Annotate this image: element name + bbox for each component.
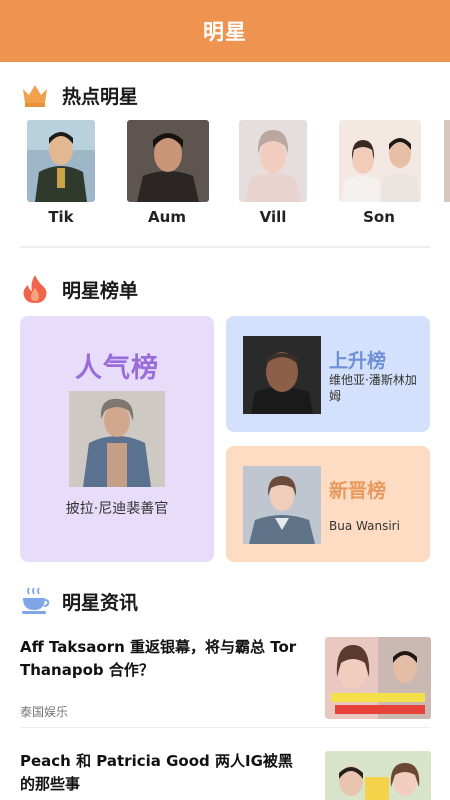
coffee-cup-icon <box>20 586 50 616</box>
rising-ranking-card[interactable]: 上升榜 维他亚·潘斯林加姆 <box>226 316 430 432</box>
star-name: Vill <box>259 208 287 226</box>
popular-ranking-title: 人气榜 <box>75 353 159 384</box>
news-separator <box>20 727 430 728</box>
news-item[interactable]: Aff Taksaorn 重返银幕，将与霸总 Tor Thanapob 合作？ … <box>20 636 431 728</box>
star-card-son[interactable]: Son <box>339 120 421 226</box>
hot-stars-title: 热点明星 <box>62 85 139 108</box>
section-divider <box>20 246 430 248</box>
flame-icon <box>20 274 50 304</box>
news-item-title: Peach 和 Patricia Good 两人IG被黑的那些事 <box>20 752 293 793</box>
rising-star-photo <box>243 336 321 414</box>
star-photo <box>27 120 95 202</box>
star-photo <box>339 120 421 202</box>
star-card-peek[interactable] <box>444 120 450 202</box>
top-bar: 明星 <box>0 0 450 62</box>
new-star-photo <box>243 466 321 544</box>
star-photo <box>127 120 209 202</box>
news-item[interactable]: Peach 和 Patricia Good 两人IG被黑的那些事 <box>20 750 431 800</box>
popular-ranking-card[interactable]: 人气榜 披拉·尼迪裴善官 <box>20 316 214 562</box>
page-title: 明星 <box>203 20 247 44</box>
star-photo <box>239 120 307 202</box>
new-ranking-card[interactable]: 新晋榜 Bua Wansiri <box>226 446 430 562</box>
hot-stars-header: 热点明星 <box>20 80 138 110</box>
star-card-vill[interactable]: Vill <box>233 120 313 226</box>
news-header: 明星资讯 <box>20 586 138 616</box>
crown-icon <box>20 80 50 110</box>
popular-star-photo <box>69 391 165 487</box>
rising-star-name: 维他亚·潘斯林加姆 <box>329 373 417 403</box>
star-name: Tik <box>48 208 74 226</box>
popular-star-name: 披拉·尼迪裴善官 <box>65 501 169 517</box>
news-item-title: Aff Taksaorn 重返银幕，将与霸总 Tor Thanapob 合作？ <box>20 638 297 679</box>
star-card-tik[interactable]: Tik <box>21 120 101 226</box>
star-name: Aum <box>148 208 186 226</box>
news-item-thumbnail <box>325 637 431 719</box>
star-card-aum[interactable]: Aum <box>127 120 209 226</box>
new-star-name: Bua Wansiri <box>329 519 400 533</box>
hot-stars-list: Tik Aum Vill Son <box>0 120 450 230</box>
ranking-title: 明星榜单 <box>62 279 139 302</box>
news-item-tag: 泰国娱乐 <box>20 705 69 719</box>
rising-ranking-title: 上升榜 <box>329 350 387 372</box>
news-title: 明星资讯 <box>62 591 139 614</box>
news-item-thumbnail <box>325 751 431 800</box>
new-ranking-title: 新晋榜 <box>329 480 387 502</box>
ranking-header: 明星榜单 <box>20 274 138 304</box>
star-name: Son <box>363 208 395 226</box>
